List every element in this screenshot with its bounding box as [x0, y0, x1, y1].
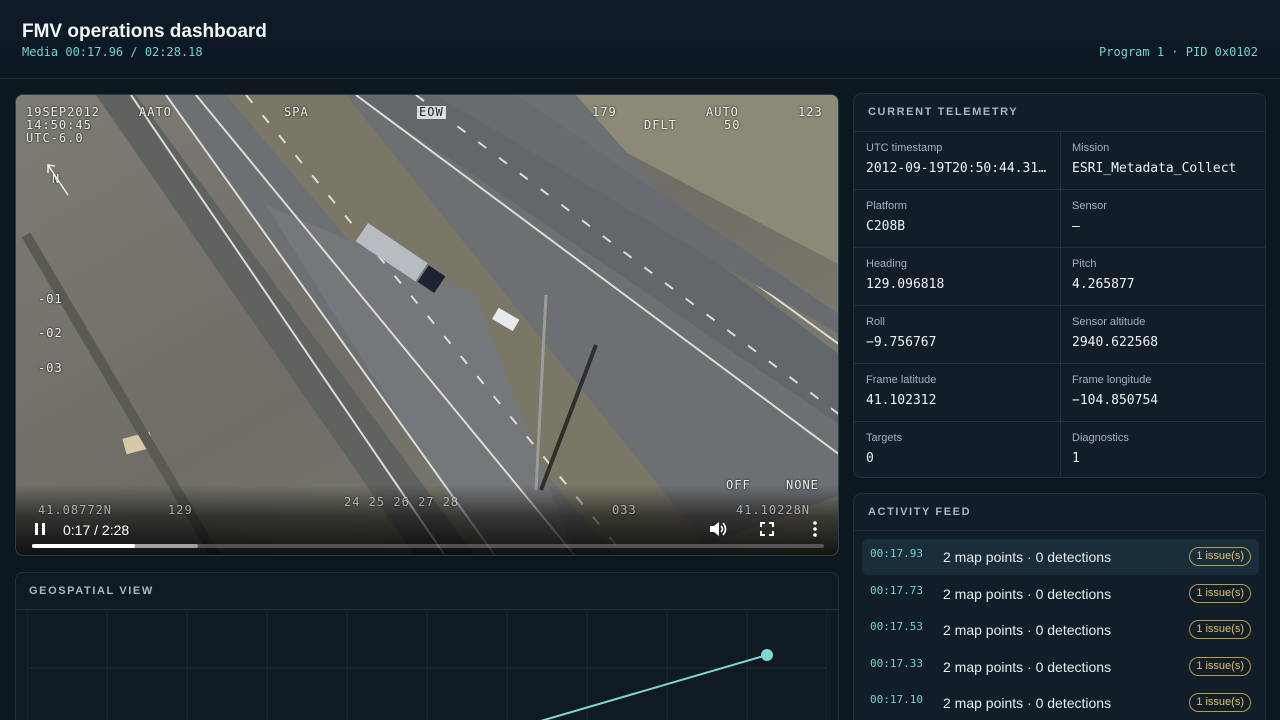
feed-item-text: 2 map points · 0 detections [943, 695, 1112, 711]
geospatial-title: GEOSPATIAL VIEW [29, 585, 154, 597]
telemetry-sensor: Sensor — [1060, 189, 1265, 247]
osd-spa: SPA [284, 105, 309, 119]
feed-item-time: 00:17.10 [870, 693, 923, 706]
feed-item-time: 00:17.73 [870, 583, 923, 597]
fullscreen-button[interactable] [756, 518, 778, 540]
video-player[interactable]: 19SEP2012 14:50:45 UTC-6.0 AATO SPA EOW … [15, 94, 839, 556]
telemetry-targets: Targets 0 [854, 421, 1060, 477]
telemetry-roll: Roll −9.756767 [854, 305, 1060, 363]
telemetry-grid: UTC timestamp 2012-09-19T20:50:44.31... … [854, 131, 1265, 477]
divider [854, 530, 1265, 531]
geospatial-map[interactable] [27, 610, 827, 720]
telemetry-diagnostics: Diagnostics 1 [1060, 421, 1265, 477]
osd-fifty: 50 [724, 118, 741, 132]
telemetry-sensor-altitude: Sensor altitude 2940.622568 [1060, 305, 1265, 363]
playback-time: 0:17 / 2:28 [63, 522, 130, 538]
telemetry-frame-longitude: Frame longitude −104.850754 [1060, 363, 1265, 421]
osd-dflt: DFLT [644, 118, 677, 132]
volume-icon [710, 522, 727, 536]
osd-eow: EOW [417, 105, 446, 119]
telemetry-platform: Platform C208B [854, 189, 1060, 247]
osd-ladder-2: -02 [38, 326, 63, 340]
header-bar: FMV operations dashboard Media 00:17.96 … [0, 0, 1280, 79]
pause-icon [35, 523, 45, 535]
feed-item-text: 2 map points · 0 detections [943, 622, 1112, 638]
osd-scale: 24 25 26 27 28 [344, 495, 460, 509]
volume-button[interactable] [707, 518, 729, 540]
osd-latitude: 41.08772N [38, 503, 113, 517]
issue-badge: 1 issue(s) [1189, 583, 1251, 603]
geospatial-panel: GEOSPATIAL VIEW [15, 572, 839, 720]
progress-bar[interactable] [32, 544, 824, 548]
telemetry-title: CURRENT TELEMETRY [868, 106, 1019, 118]
feed-item-text: 2 map points · 0 detections [943, 549, 1112, 565]
telemetry-panel: CURRENT TELEMETRY UTC timestamp 2012-09-… [853, 93, 1266, 478]
telemetry-frame-latitude: Frame latitude 41.102312 [854, 363, 1060, 421]
osd-b033: 033 [612, 503, 637, 517]
feed-item-text: 2 map points · 0 detections [943, 585, 1112, 602]
issue-badge: 1 issue(s) [1189, 656, 1251, 676]
list-item[interactable]: 00:17.53 2 map points · 0 detections 1 i… [862, 612, 1259, 648]
list-item[interactable]: 00:17.33 2 map points · 0 detections 1 i… [862, 649, 1259, 685]
video-controls: 41.08772N 129 24 25 26 27 28 033 41.1022… [16, 485, 838, 555]
telemetry-utc-timestamp: UTC timestamp 2012-09-19T20:50:44.31... [854, 131, 1060, 189]
list-item[interactable]: 00:17.73 2 map points · 0 detections 1 i… [862, 576, 1259, 612]
page-title: FMV operations dashboard [22, 21, 267, 42]
feed-item-time: 00:17.53 [870, 620, 923, 633]
media-time-readout: Media 00:17.96 / 02:28.18 [22, 45, 203, 59]
osd-utc: UTC-6.0 [26, 131, 84, 145]
list-item[interactable]: 00:17.93 2 map points · 0 detections 1 i… [862, 539, 1259, 575]
more-icon [813, 521, 817, 537]
flight-track-line [540, 654, 768, 720]
issue-badge: 1 issue(s) [1189, 620, 1251, 639]
platform-position-marker [761, 649, 773, 661]
feed-item-time: 00:17.33 [870, 656, 923, 670]
progress-played [32, 544, 135, 548]
issue-badge: 1 issue(s) [1189, 547, 1251, 566]
list-item[interactable]: 00:17.10 2 map points · 0 detections 1 i… [862, 685, 1259, 720]
more-options-button[interactable] [804, 518, 826, 540]
osd-ladder-1: -01 [38, 292, 63, 306]
telemetry-mission: Mission ESRI_Metadata_Collect [1060, 131, 1265, 189]
osd-heading-num: 179 [592, 105, 617, 119]
osd-longitude: 41.10228N [736, 503, 811, 517]
osd-right-num: 123 [798, 105, 823, 119]
activity-feed-title: ACTIVITY FEED [868, 506, 972, 518]
fullscreen-icon [760, 522, 774, 536]
telemetry-heading: Heading 129.096818 [854, 247, 1060, 305]
activity-feed-list: 00:17.93 2 map points · 0 detections 1 i… [862, 539, 1259, 720]
north-arrow-icon [47, 164, 69, 196]
feed-item-text: 2 map points · 0 detections [943, 658, 1112, 675]
program-info: Program 1 · PID 0x0102 [1099, 45, 1258, 59]
osd-aato: AATO [139, 105, 172, 119]
osd-ret-129: 129 [168, 503, 193, 517]
feed-item-time: 00:17.93 [870, 547, 923, 560]
pause-button[interactable] [29, 518, 51, 540]
issue-badge: 1 issue(s) [1189, 693, 1251, 712]
osd-ladder-3: -03 [38, 361, 63, 375]
activity-feed-panel: ACTIVITY FEED 00:17.93 2 map points · 0 … [853, 493, 1266, 720]
telemetry-pitch: Pitch 4.265877 [1060, 247, 1265, 305]
